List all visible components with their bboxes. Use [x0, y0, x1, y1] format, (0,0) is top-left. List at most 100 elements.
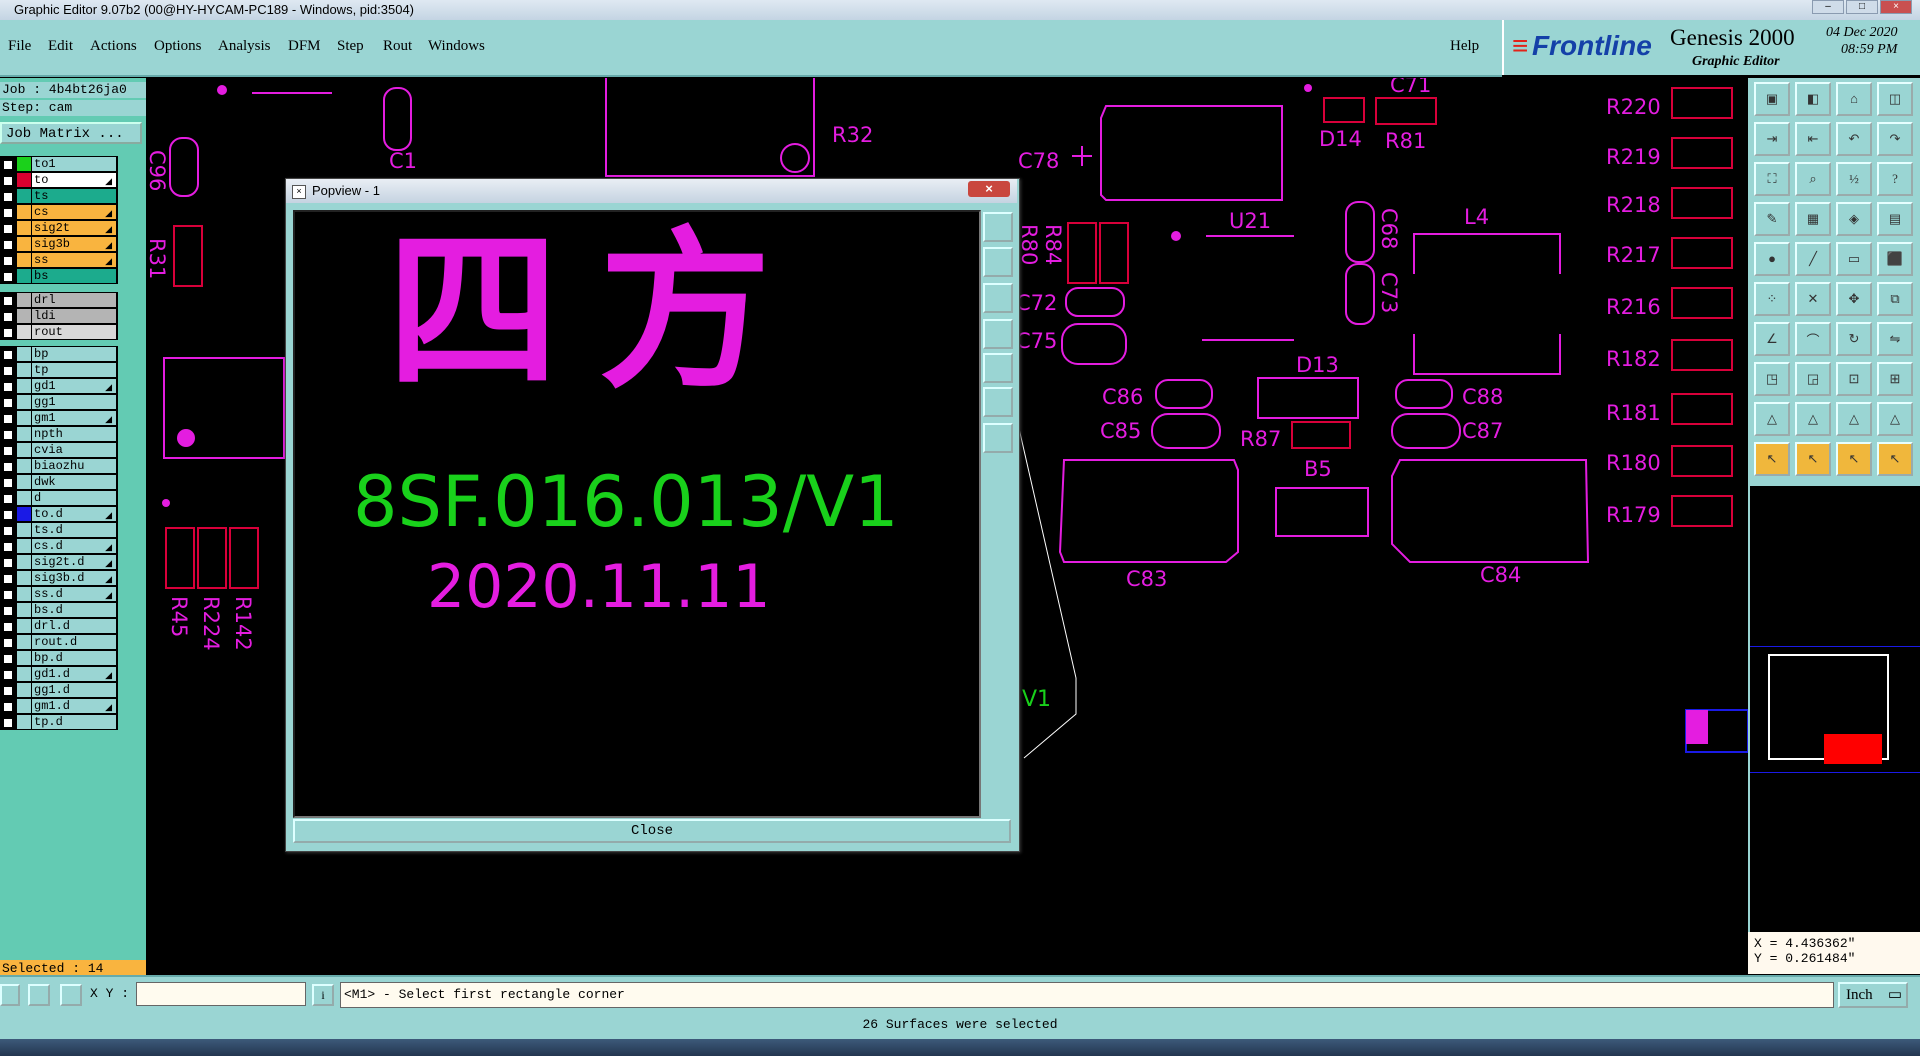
- layer-row[interactable]: gg1: [0, 394, 118, 410]
- layer-row[interactable]: bs.d: [0, 602, 118, 618]
- menu-analysis[interactable]: Analysis: [218, 38, 271, 55]
- layer-name[interactable]: sig3b.d ◢: [32, 571, 116, 585]
- home-icon[interactable]: ⌂: [1836, 82, 1872, 116]
- layer-row[interactable]: gd1 ◢: [0, 378, 118, 394]
- layer-name[interactable]: cs.d ◢: [32, 539, 116, 553]
- drc-icon[interactable]: ▤: [1877, 202, 1913, 236]
- undo-icon[interactable]: ↶: [1836, 122, 1872, 156]
- layer-row[interactable]: bs: [0, 268, 118, 284]
- layer-checkbox[interactable]: [3, 590, 13, 600]
- layer-row[interactable]: sig3b.d ◢: [0, 570, 118, 586]
- layer-color-swatch[interactable]: [17, 205, 31, 219]
- layer-checkbox[interactable]: [3, 654, 13, 664]
- menu-help[interactable]: Help: [1450, 38, 1479, 55]
- layer-name[interactable]: biaozhu: [32, 459, 116, 473]
- layer-checkbox[interactable]: [3, 350, 13, 360]
- layer-color-swatch[interactable]: [17, 555, 31, 569]
- layer-row[interactable]: ss.d ◢: [0, 586, 118, 602]
- menu-file[interactable]: File: [8, 38, 31, 55]
- layer-row[interactable]: bp: [0, 346, 118, 362]
- layer-checkbox[interactable]: [3, 414, 13, 424]
- layer-row[interactable]: dwk: [0, 474, 118, 490]
- menu-step[interactable]: Step: [337, 38, 364, 55]
- layer-name[interactable]: to.d ◢: [32, 507, 116, 521]
- layer-row[interactable]: drl: [0, 292, 118, 308]
- snap-icon[interactable]: [0, 984, 20, 1006]
- layer-name[interactable]: gg1.d: [32, 683, 116, 697]
- layer-color-swatch[interactable]: [17, 395, 31, 409]
- open-job-icon[interactable]: ▣: [1754, 82, 1790, 116]
- layer-name[interactable]: sig3b ◢: [32, 237, 116, 251]
- info-icon[interactable]: i: [312, 984, 334, 1006]
- layer-color-swatch[interactable]: [17, 221, 31, 235]
- split-view-icon[interactable]: ◫: [1877, 82, 1913, 116]
- layer-name[interactable]: dwk: [32, 475, 116, 489]
- layer-row[interactable]: cvia: [0, 442, 118, 458]
- menu-windows[interactable]: Windows: [428, 38, 485, 55]
- copy-icon[interactable]: ⧉: [1877, 282, 1913, 316]
- cursor-icon[interactable]: ↖: [1754, 442, 1790, 476]
- layer-color-swatch[interactable]: [17, 491, 31, 505]
- layer-color-swatch[interactable]: [17, 699, 31, 713]
- units-select[interactable]: Inch ▭: [1838, 982, 1908, 1008]
- layer-checkbox[interactable]: [3, 558, 13, 568]
- import-icon[interactable]: ⇥: [1754, 122, 1790, 156]
- view-rectangle[interactable]: [1824, 734, 1882, 764]
- layer-checkbox[interactable]: [3, 446, 13, 456]
- snap-grid-icon[interactable]: ⊞: [1877, 362, 1913, 396]
- layer-checkbox[interactable]: [3, 702, 13, 712]
- menu-dfm[interactable]: DFM: [288, 38, 321, 55]
- rotate-icon[interactable]: ↻: [1836, 322, 1872, 356]
- connect-icon[interactable]: ⁘: [1754, 282, 1790, 316]
- layer-row[interactable]: ldi: [0, 308, 118, 324]
- layer-name[interactable]: to1: [32, 157, 116, 171]
- layer-color-swatch[interactable]: [17, 635, 31, 649]
- layer-color-swatch[interactable]: [17, 379, 31, 393]
- layer-color-swatch[interactable]: [17, 309, 31, 323]
- help-icon[interactable]: ?: [1877, 162, 1913, 196]
- menu-actions[interactable]: Actions: [90, 38, 137, 55]
- popview-canvas[interactable]: 四方 8SF.016.013/V1 2020.11.11: [293, 210, 981, 818]
- layer-name[interactable]: ts.d: [32, 523, 116, 537]
- menu-options[interactable]: Options: [154, 38, 202, 55]
- layer-checkbox[interactable]: [3, 542, 13, 552]
- layer-name[interactable]: gd1.d ◢: [32, 667, 116, 681]
- layer-row[interactable]: sig2t ◢: [0, 220, 118, 236]
- layer-color-swatch[interactable]: [17, 523, 31, 537]
- layer-name[interactable]: npth: [32, 427, 116, 441]
- menu-edit[interactable]: Edit: [48, 38, 73, 55]
- layer-checkbox[interactable]: [3, 192, 13, 202]
- layer-checkbox[interactable]: [3, 382, 13, 392]
- layer-name[interactable]: ldi: [32, 309, 116, 323]
- layer-color-swatch[interactable]: [17, 253, 31, 267]
- layer-checkbox[interactable]: [3, 256, 13, 266]
- layer-color-swatch[interactable]: [17, 619, 31, 633]
- popview-home-icon[interactable]: [983, 319, 1013, 349]
- layer-color-swatch[interactable]: [17, 269, 31, 283]
- layer-checkbox[interactable]: [3, 494, 13, 504]
- layer-row[interactable]: gm1.d ◢: [0, 698, 118, 714]
- net-select-icon[interactable]: ◲: [1795, 362, 1831, 396]
- layer-checkbox[interactable]: [3, 224, 13, 234]
- layer-color-swatch[interactable]: [17, 651, 31, 665]
- layer-row[interactable]: tp: [0, 362, 118, 378]
- layer-row[interactable]: d: [0, 490, 118, 506]
- layer-color-swatch[interactable]: [17, 189, 31, 203]
- layer-color-swatch[interactable]: [17, 667, 31, 681]
- layer-checkbox[interactable]: [3, 240, 13, 250]
- zoom-icon[interactable]: ⌕: [1795, 162, 1831, 196]
- maximize-button[interactable]: □: [1846, 0, 1878, 14]
- layer-row[interactable]: sig3b ◢: [0, 236, 118, 252]
- edit-line-icon[interactable]: ∠: [1754, 322, 1790, 356]
- export-icon[interactable]: ⇤: [1795, 122, 1831, 156]
- multi-cursor-icon[interactable]: ↖: [1877, 442, 1913, 476]
- triangle-4-icon[interactable]: △: [1877, 402, 1913, 436]
- layer-name[interactable]: ts: [32, 189, 116, 203]
- layer-checkbox[interactable]: [3, 622, 13, 632]
- layer-color-swatch[interactable]: [17, 411, 31, 425]
- layer-name[interactable]: ss ◢: [32, 253, 116, 267]
- layer-color-swatch[interactable]: [17, 427, 31, 441]
- snap-center-icon[interactable]: ⊡: [1836, 362, 1872, 396]
- layer-row[interactable]: gd1.d ◢: [0, 666, 118, 682]
- layer-row[interactable]: bp.d: [0, 650, 118, 666]
